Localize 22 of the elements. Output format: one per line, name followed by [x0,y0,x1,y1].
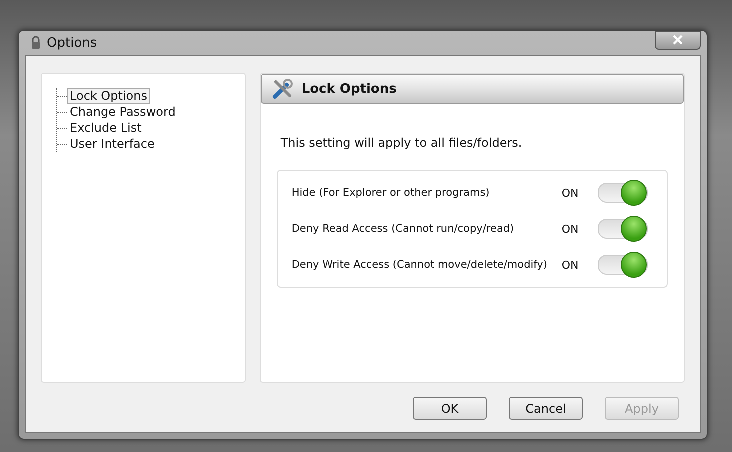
option-label: Deny Read Access (Cannot run/copy/read) [292,223,516,235]
option-label: Deny Write Access (Cannot move/delete/modify) [292,259,548,271]
panel-title: Lock Options [302,82,397,96]
state-text: ON [562,186,580,200]
dialog-button[interactable]: Cancel [509,397,583,420]
tree-item[interactable]: Change Password [67,104,179,120]
dialog-button[interactable]: OK [413,397,487,420]
tools-icon [272,78,294,100]
state-text: ON [562,222,580,236]
toggle-switch[interactable] [598,255,648,275]
option-label: Hide (For Explorer or other programs) [292,187,491,199]
toggle-switch[interactable] [598,183,648,203]
close-button[interactable] [655,30,701,50]
description-text: This setting will apply to all files/folders. [280,136,524,150]
close-icon [673,35,683,45]
toggle-switch[interactable] [598,219,648,239]
window-title: Options [47,36,98,50]
tree-item[interactable]: Exclude List [67,120,145,136]
lock-icon [31,36,41,50]
tree-item[interactable]: Lock Options [67,88,150,104]
state-text: ON [562,258,580,272]
tree-item[interactable]: User Interface [67,136,158,152]
